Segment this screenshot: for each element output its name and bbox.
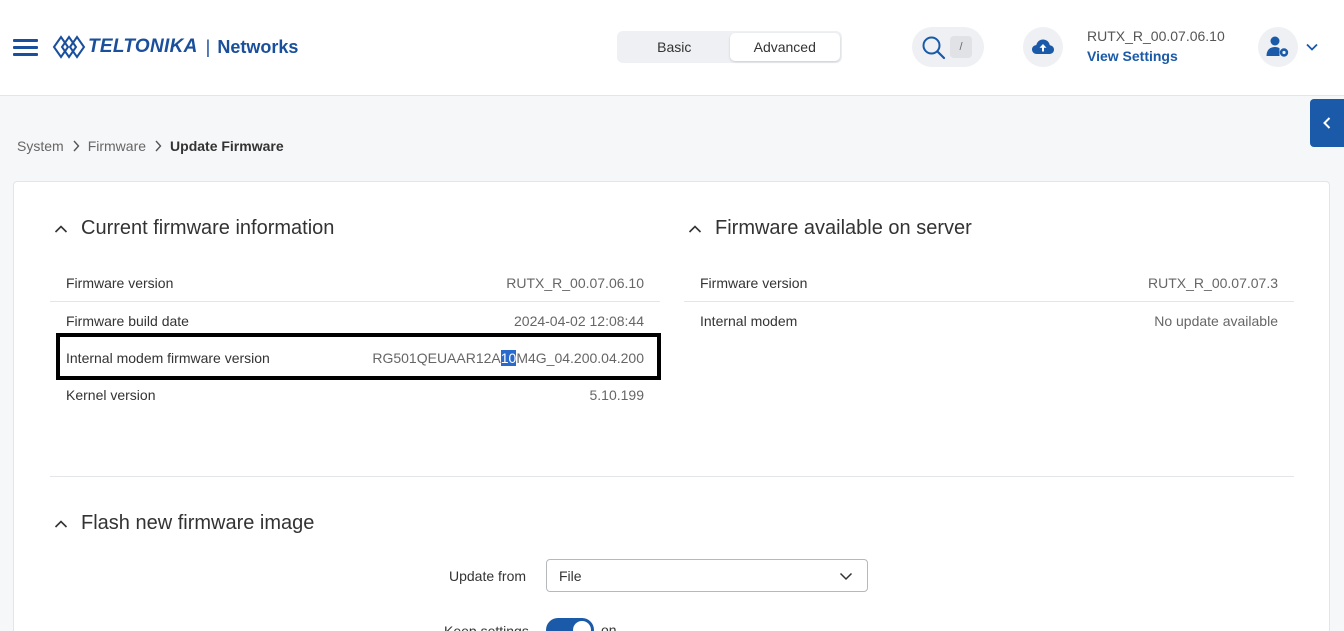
keep-settings-state: on [601, 622, 617, 631]
section-title: Flash new firmware image [81, 512, 315, 534]
teltonika-logo[interactable]: TELTONIKA | Networks [52, 32, 298, 62]
chevron-right-icon [155, 140, 162, 152]
chevron-down-icon [839, 572, 853, 581]
breadcrumb-firmware[interactable]: Firmware [88, 138, 146, 154]
breadcrumb-system[interactable]: System [17, 138, 64, 154]
section-divider [50, 476, 1294, 477]
row-label: Firmware build date [66, 312, 189, 329]
keep-settings-toggle[interactable] [546, 618, 594, 631]
chevron-up-icon [54, 224, 68, 233]
table-row: Firmware version RUTX_R_00.07.06.10 [50, 265, 660, 302]
update-from-value: File [559, 567, 582, 584]
search-button[interactable]: / [912, 27, 984, 67]
search-icon [922, 36, 946, 60]
side-panel-toggle[interactable] [1310, 99, 1344, 147]
row-value: 5.10.199 [589, 386, 645, 403]
firmware-status: RUTX_R_00.07.06.10 View Settings [1087, 28, 1225, 64]
update-from-label: Update from [449, 568, 527, 584]
user-settings-icon [1266, 36, 1289, 57]
breadcrumb: System Firmware Update Firmware [17, 138, 284, 154]
row-label: Firmware version [700, 275, 808, 291]
chevron-left-icon [1323, 117, 1331, 129]
row-value: No update available [1154, 312, 1278, 329]
mode-switch: Basic Advanced [617, 31, 842, 63]
search-shortcut-key: / [950, 36, 972, 58]
cloud-upload-icon [1032, 39, 1054, 54]
server-firmware-header[interactable]: Firmware available on server [688, 217, 972, 240]
view-settings-link[interactable]: View Settings [1087, 48, 1225, 64]
row-value: RUTX_R_00.07.07.3 [1148, 275, 1278, 291]
row-label: Kernel version [66, 386, 156, 403]
flash-firmware-header[interactable]: Flash new firmware image [54, 512, 314, 535]
row-value: RUTX_R_00.07.06.10 [506, 275, 644, 291]
toggle-knob [573, 621, 591, 631]
chevron-up-icon [688, 224, 702, 233]
row-label: Firmware version [66, 275, 174, 291]
section-title: Current firmware information [81, 217, 335, 239]
chevron-up-icon [54, 519, 68, 528]
firmware-card: Current firmware information Firmware ve… [13, 181, 1330, 631]
server-firmware-table: Firmware version RUTX_R_00.07.07.3 Inter… [684, 265, 1294, 339]
breadcrumb-update-firmware: Update Firmware [170, 138, 284, 154]
mode-basic-button[interactable]: Basic [619, 33, 730, 61]
row-label: Internal modem [700, 312, 798, 329]
row-value: 2024-04-02 12:08:44 [514, 312, 644, 329]
menu-icon[interactable] [13, 39, 38, 57]
top-header: TELTONIKA | Networks Basic Advanced / RU… [0, 0, 1344, 96]
mode-advanced-button[interactable]: Advanced [729, 33, 840, 61]
update-from-select[interactable]: File [546, 559, 868, 592]
user-account-button[interactable] [1258, 27, 1298, 67]
product-name: Networks [217, 36, 299, 57]
table-row: Internal modem No update available [684, 302, 1294, 339]
chevron-down-icon[interactable] [1304, 39, 1320, 55]
chevron-right-icon [73, 140, 80, 152]
highlight-box [56, 333, 661, 380]
table-row: Firmware version RUTX_R_00.07.07.3 [684, 265, 1294, 302]
current-firmware-version: RUTX_R_00.07.06.10 [1087, 28, 1225, 44]
table-row: Kernel version 5.10.199 [50, 376, 660, 413]
current-firmware-header[interactable]: Current firmware information [54, 217, 334, 240]
section-title: Firmware available on server [715, 217, 972, 239]
cloud-upload-button[interactable] [1023, 27, 1063, 67]
keep-settings-label: Keep settings [444, 623, 529, 631]
brand-name: TELTONIKA [88, 36, 198, 57]
brand-divider: | [205, 36, 211, 57]
teltonika-logo-mark-icon [52, 35, 86, 59]
